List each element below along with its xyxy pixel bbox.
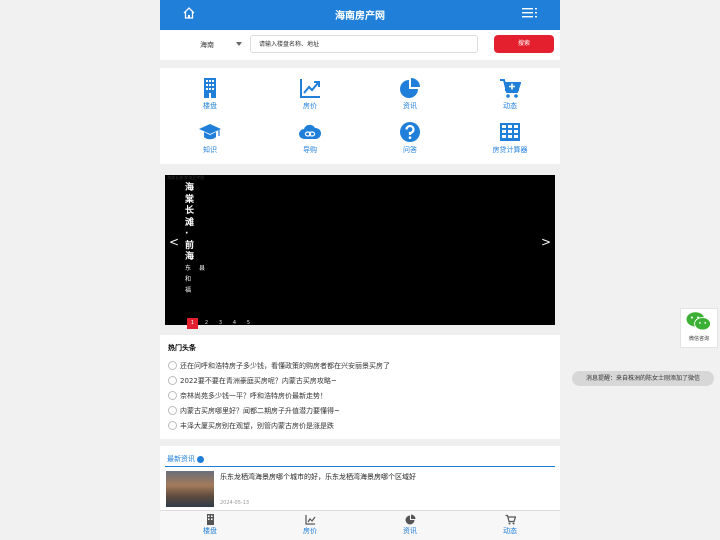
cart-icon: [505, 514, 516, 525]
list-item[interactable]: 内蒙古买房哪里好？闻都二期房子升值潜力要懂得~: [168, 405, 340, 416]
building-icon: [204, 78, 216, 98]
bullet-icon: [168, 420, 177, 430]
graduation-cap-icon: [199, 124, 221, 140]
nav-label: 知识: [203, 146, 217, 154]
search-button[interactable]: 搜索: [494, 35, 554, 53]
chevron-down-icon[interactable]: [236, 42, 242, 46]
carousel-dot[interactable]: 5: [243, 318, 254, 329]
nav-guide[interactable]: 导购: [260, 116, 360, 160]
nav-label: 楼盘: [203, 102, 217, 110]
wechat-label: 微信咨询: [688, 336, 709, 342]
list-item[interactable]: 2022要不要在青洲豪庭买房呢？内蒙古买房攻略~: [168, 375, 337, 386]
news-date: 2024-05-13: [220, 500, 250, 506]
menu-icon[interactable]: [522, 6, 538, 20]
tab-prices[interactable]: 房价: [260, 514, 360, 536]
trend-chart-icon: [300, 79, 320, 98]
nav-news[interactable]: 资讯: [360, 72, 460, 116]
list-item[interactable]: 丰泽大厦买房别在观望，别管内蒙古房价是涨是跌: [168, 420, 334, 431]
search-input[interactable]: 请输入楼盘名称、地址: [250, 35, 478, 53]
banner-subtitle-right: 县: [199, 265, 206, 272]
cloud-link-icon: [299, 124, 321, 139]
nav-label: 动态: [503, 102, 517, 110]
bottom-tab-bar: 楼盘 房价 资讯 动态: [160, 510, 560, 540]
quick-nav-grid: 楼盘 房价 资讯 动态 知识 导购 问答 房贷计算器: [160, 68, 560, 164]
chevron-down-circle-icon[interactable]: [197, 455, 205, 463]
nav-label: 导购: [303, 146, 317, 154]
trend-chart-icon: [304, 515, 315, 525]
tab-label: 资讯: [403, 527, 417, 535]
tab-label: 楼盘: [203, 527, 217, 535]
nav-updates[interactable]: 动态: [460, 72, 560, 116]
bullet-icon: [168, 360, 177, 370]
carousel-dot[interactable]: 2: [201, 318, 212, 329]
pie-chart-icon: [405, 514, 415, 525]
tab-label: 动态: [503, 527, 517, 535]
nav-label: 问答: [403, 146, 417, 154]
calculator-grid-icon: [500, 123, 520, 141]
city-select[interactable]: 海南: [200, 40, 214, 50]
nav-label: 资讯: [403, 102, 417, 110]
section-heading: 最新资讯: [167, 454, 205, 464]
section-divider: [165, 466, 555, 467]
mobile-page: 海南房产网 海南 请输入楼盘名称、地址 搜索 楼盘 房价 资讯 动态 知识 导购…: [160, 0, 560, 540]
bullet-icon: [168, 375, 177, 385]
nav-prices[interactable]: 房价: [260, 72, 360, 116]
list-item[interactable]: 还在问呼和浩特房子多少钱，看懂政策的购房者都在兴安丽景买房了: [168, 360, 390, 371]
nav-knowledge[interactable]: 知识: [160, 116, 260, 160]
news-title: 奈林尚苑多少钱一平？呼和浩特房价最新走势！: [180, 392, 327, 400]
news-title: 丰泽大厦买房别在观望，别管内蒙古房价是涨是跌: [180, 422, 334, 430]
news-title: 2022要不要在青洲豪庭买房呢？内蒙古买房攻略~: [180, 377, 337, 385]
banner-image-alt: 海棠长滩·前海宣传图: [167, 175, 205, 180]
bullet-icon: [168, 390, 177, 400]
top-header: 海南房产网: [160, 0, 560, 30]
latest-news-section: 最新资讯 乐东龙栖湾海景房哪个城市的好，乐东龙栖湾海景房哪个区域好 2024-0…: [160, 446, 560, 516]
news-title[interactable]: 乐东龙栖湾海景房哪个城市的好，乐东龙栖湾海景房哪个区域好: [220, 472, 416, 482]
pie-chart-icon: [400, 78, 420, 98]
search-bar: 海南 请输入楼盘名称、地址 搜索: [160, 30, 560, 60]
tab-label: 房价: [303, 527, 317, 535]
section-heading-text: 最新资讯: [167, 455, 195, 463]
nav-calculator[interactable]: 房贷计算器: [460, 116, 560, 160]
page-title: 海南房产网: [335, 11, 385, 22]
news-title: 内蒙古买房哪里好？闻都二期房子升值潜力要懂得~: [180, 407, 340, 415]
news-title: 还在问呼和浩特房子多少钱，看懂政策的购房者都在兴安丽景买房了: [180, 362, 390, 370]
tab-buildings[interactable]: 楼盘: [160, 514, 260, 536]
list-item[interactable]: 奈林尚苑多少钱一平？呼和浩特房价最新走势！: [168, 390, 327, 401]
hot-news-section: 热门头条 还在问呼和浩特房子多少钱，看懂政策的购房者都在兴安丽景买房了 2022…: [160, 335, 560, 439]
nav-buildings[interactable]: 楼盘: [160, 72, 260, 116]
next-arrow[interactable]: >: [541, 235, 551, 249]
news-thumbnail[interactable]: [166, 471, 214, 507]
question-circle-icon: [400, 122, 420, 142]
tab-news[interactable]: 资讯: [360, 514, 460, 536]
banner-carousel[interactable]: 海棠长滩·前海宣传图 海棠长滩·前海 东和福 县 < > 12345: [165, 175, 555, 329]
carousel-dot[interactable]: 4: [229, 318, 240, 329]
tab-updates[interactable]: 动态: [460, 514, 560, 536]
carousel-dot[interactable]: 3: [215, 318, 226, 329]
nav-qa[interactable]: 问答: [360, 116, 460, 160]
wechat-consult-button[interactable]: 微信咨询: [680, 308, 718, 348]
section-heading: 热门头条: [168, 344, 196, 352]
building-icon: [206, 514, 214, 525]
banner-subtitle: 东和福: [185, 265, 192, 294]
bullet-icon: [168, 405, 177, 415]
banner-title: 海棠长滩·前海: [185, 183, 195, 262]
wechat-icon: [686, 312, 711, 331]
nav-label: 房贷计算器: [492, 146, 528, 154]
cart-plus-icon: [500, 79, 521, 98]
carousel-dot[interactable]: 1: [187, 318, 198, 329]
prev-arrow[interactable]: <: [169, 235, 179, 249]
nav-label: 房价: [303, 102, 317, 110]
carousel-pagination: 12345: [187, 309, 257, 329]
notification-toast: 消息提醒：来自株洲的陈女士刚添加了微信: [572, 371, 714, 386]
